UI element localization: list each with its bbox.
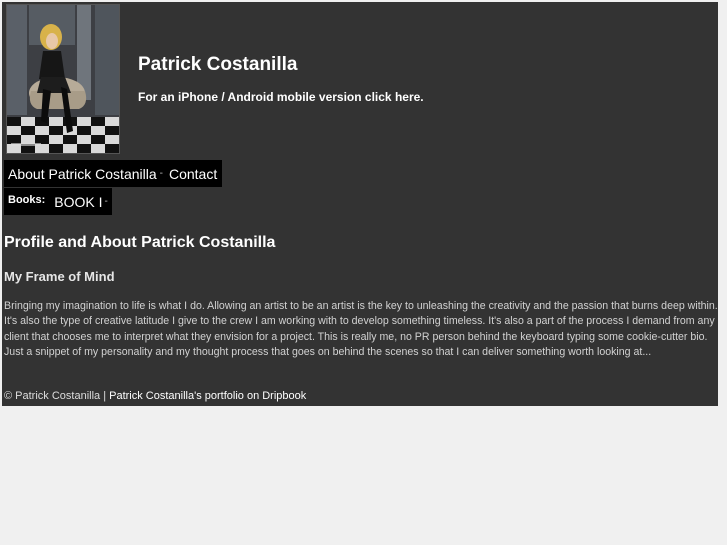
page-container: Patrick Costanilla For an iPhone / Andro…	[2, 2, 718, 406]
frame-of-mind-heading: My Frame of Mind	[4, 269, 115, 284]
footer-divider: |	[100, 390, 110, 402]
profile-photo[interactable]	[6, 4, 120, 154]
profile-photo-image	[7, 5, 119, 153]
footer-portfolio-link[interactable]: Patrick Costanilla's portfolio on Dripbo…	[109, 390, 306, 402]
nav-item-contact[interactable]: Contact	[169, 166, 217, 182]
mobile-notice-suffix: .	[420, 90, 424, 104]
footer-copyright: © Patrick Costanilla	[4, 390, 101, 402]
bio-text: Bringing my imagination to life is what …	[4, 300, 718, 359]
site-title: Patrick Costanilla	[138, 54, 298, 75]
books-label: Books:	[8, 193, 46, 206]
profile-heading: Profile and About Patrick Costanilla	[4, 234, 276, 251]
mobile-version-notice: For an iPhone / Android mobile version c…	[138, 90, 424, 104]
books-separator: -	[104, 196, 108, 207]
nav-separator: -	[159, 168, 163, 179]
book-link-book-1[interactable]: BOOK I	[54, 194, 102, 210]
nav-item-about[interactable]: About Patrick Costanilla	[8, 166, 157, 182]
main-nav: About Patrick Costanilla - Contact	[4, 160, 223, 187]
books-nav: Books: BOOK I -	[4, 188, 112, 215]
mobile-version-link[interactable]: here	[395, 90, 420, 104]
mobile-notice-text: For an iPhone / Android mobile version c…	[138, 90, 395, 104]
footer: © Patrick Costanilla | Patrick Costanill…	[4, 390, 306, 402]
